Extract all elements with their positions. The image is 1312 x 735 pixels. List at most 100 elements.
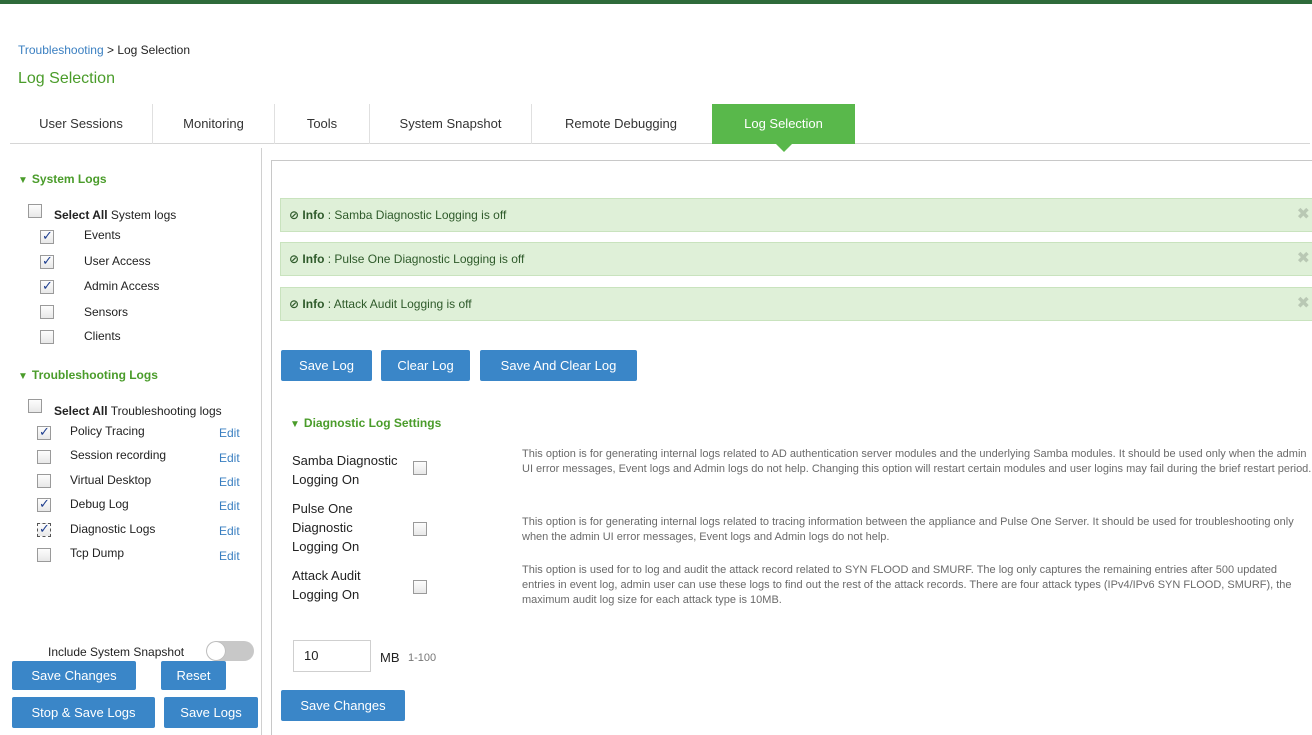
tab-monitoring[interactable]: Monitoring bbox=[153, 104, 275, 144]
info-pulse-one-off: ⊘ Info : Pulse One Diagnostic Logging is… bbox=[280, 242, 1312, 276]
audit-log-size-input[interactable]: 10 bbox=[293, 640, 371, 672]
user-access-label: User Access bbox=[84, 254, 151, 268]
policy-tracing-label: Policy Tracing bbox=[70, 424, 145, 438]
pulse-label-line-3: Logging On bbox=[292, 539, 360, 554]
policy-tracing-edit-link[interactable]: Edit bbox=[219, 426, 240, 440]
sensors-checkbox[interactable] bbox=[40, 305, 54, 319]
chevron-down-icon: ▼ bbox=[290, 419, 300, 430]
tab-bar: User Sessions Monitoring Tools System Sn… bbox=[10, 104, 1310, 152]
save-logs-button[interactable]: Save Logs bbox=[164, 697, 258, 728]
attack-label-line-2: Logging On bbox=[292, 587, 360, 602]
select-all-troubleshooting-label: Select All Troubleshooting logs bbox=[54, 404, 222, 418]
virtual-desktop-edit-link[interactable]: Edit bbox=[219, 475, 240, 489]
tcp-dump-label: Tcp Dump bbox=[70, 546, 125, 560]
info-prefix: Info bbox=[302, 208, 325, 222]
samba-label-line-2: Logging On bbox=[292, 472, 360, 487]
troubleshooting-logs-title: Troubleshooting Logs bbox=[31, 368, 158, 382]
pulse-label-line-2: Diagnostic bbox=[292, 520, 353, 535]
info-prefix: Info bbox=[302, 297, 325, 311]
size-unit-label: MB bbox=[380, 650, 400, 665]
pulse-one-description: This option is for generating internal l… bbox=[522, 516, 1294, 543]
clear-log-button[interactable]: Clear Log bbox=[381, 350, 470, 381]
info-samba-off: ⊘ Info : Samba Diagnostic Logging is off… bbox=[280, 198, 1312, 232]
user-access-checkbox[interactable] bbox=[40, 253, 54, 269]
info-check-icon: ⊘ bbox=[289, 252, 300, 266]
tab-tools[interactable]: Tools bbox=[275, 104, 369, 144]
pulse-one-logging-label: Pulse One Diagnostic Logging On bbox=[292, 499, 359, 556]
info-text: Samba Diagnostic Logging is off bbox=[334, 208, 507, 222]
diagnostic-logs-edit-link[interactable]: Edit bbox=[219, 524, 240, 538]
troubleshooting-logs-header[interactable]: ▼ Troubleshooting Logs bbox=[18, 368, 158, 382]
reset-button[interactable]: Reset bbox=[161, 661, 226, 690]
attack-audit-logging-label: Attack Audit Logging On bbox=[292, 566, 361, 604]
select-all-rest: System logs bbox=[107, 208, 177, 222]
select-all-system-logs-checkbox[interactable] bbox=[28, 204, 42, 218]
samba-description: This option is for generating internal l… bbox=[522, 448, 1312, 475]
info-attack-audit-off: ⊘ Info : Attack Audit Logging is off ✖ bbox=[280, 287, 1312, 321]
select-all-rest: Troubleshooting logs bbox=[107, 404, 222, 418]
events-label: Events bbox=[84, 228, 121, 242]
debug-log-label: Debug Log bbox=[70, 497, 129, 511]
close-icon[interactable]: ✖ bbox=[1297, 243, 1310, 275]
save-changes-button[interactable]: Save Changes bbox=[281, 690, 405, 721]
session-recording-label: Session recording bbox=[70, 448, 167, 462]
breadcrumb-current: Log Selection bbox=[117, 43, 191, 57]
attack-label-line-1: Attack Audit bbox=[292, 568, 361, 583]
close-icon[interactable]: ✖ bbox=[1297, 288, 1310, 320]
select-all-bold: Select All bbox=[54, 208, 108, 222]
system-logs-title: System Logs bbox=[31, 172, 107, 186]
select-all-system-logs-label: Select All System logs bbox=[54, 208, 176, 222]
debug-log-edit-link[interactable]: Edit bbox=[219, 499, 240, 513]
close-icon[interactable]: ✖ bbox=[1297, 199, 1310, 231]
system-logs-header[interactable]: ▼ System Logs bbox=[18, 172, 107, 186]
attack-audit-logging-checkbox[interactable] bbox=[413, 580, 427, 594]
info-check-icon: ⊘ bbox=[289, 208, 300, 222]
pulse-one-logging-checkbox[interactable] bbox=[413, 522, 427, 536]
samba-logging-label: Samba Diagnostic Logging On bbox=[292, 451, 398, 489]
admin-access-checkbox[interactable] bbox=[40, 278, 54, 294]
tcp-dump-edit-link[interactable]: Edit bbox=[219, 549, 240, 563]
include-snapshot-toggle[interactable] bbox=[206, 641, 254, 661]
virtual-desktop-checkbox[interactable] bbox=[37, 474, 51, 488]
tab-log-selection[interactable]: Log Selection bbox=[712, 104, 855, 152]
chevron-down-icon: ▼ bbox=[18, 371, 28, 382]
size-range-hint: 1-100 bbox=[408, 652, 437, 664]
diagnostic-settings-header[interactable]: ▼ Diagnostic Log Settings bbox=[290, 416, 441, 430]
breadcrumb-link-troubleshooting[interactable]: Troubleshooting bbox=[18, 43, 104, 57]
select-all-troubleshooting-checkbox[interactable] bbox=[28, 399, 42, 413]
diagnostic-logs-checkbox[interactable] bbox=[37, 521, 51, 537]
info-prefix: Info bbox=[302, 252, 325, 266]
info-separator: : bbox=[324, 208, 335, 222]
clients-checkbox[interactable] bbox=[40, 330, 54, 344]
info-separator: : bbox=[324, 297, 334, 311]
save-and-clear-log-button[interactable]: Save And Clear Log bbox=[480, 350, 637, 381]
policy-tracing-checkbox[interactable] bbox=[37, 424, 51, 440]
save-changes-left-button[interactable]: Save Changes bbox=[12, 661, 136, 690]
info-text: Pulse One Diagnostic Logging is off bbox=[334, 252, 525, 266]
events-checkbox[interactable] bbox=[40, 228, 54, 244]
tcp-dump-checkbox[interactable] bbox=[37, 548, 51, 562]
breadcrumb: Troubleshooting > Log Selection bbox=[18, 43, 190, 57]
tab-user-sessions[interactable]: User Sessions bbox=[10, 104, 153, 144]
page-title: Log Selection bbox=[18, 70, 115, 87]
tab-system-snapshot[interactable]: System Snapshot bbox=[369, 104, 532, 144]
diagnostic-settings-title: Diagnostic Log Settings bbox=[303, 416, 442, 430]
samba-label-line-1: Samba Diagnostic bbox=[292, 453, 398, 468]
stop-save-logs-button[interactable]: Stop & Save Logs bbox=[12, 697, 155, 728]
include-snapshot-label: Include System Snapshot bbox=[48, 645, 185, 659]
pulse-label-line-1: Pulse One bbox=[292, 501, 353, 516]
session-recording-edit-link[interactable]: Edit bbox=[219, 451, 240, 465]
chevron-down-icon: ▼ bbox=[18, 175, 28, 186]
save-log-button[interactable]: Save Log bbox=[281, 350, 372, 381]
session-recording-checkbox[interactable] bbox=[37, 450, 51, 464]
toggle-knob bbox=[207, 642, 225, 660]
sensors-label: Sensors bbox=[84, 305, 129, 319]
debug-log-checkbox[interactable] bbox=[37, 496, 51, 512]
attack-audit-description: This option is used for to log and audit… bbox=[522, 564, 1292, 606]
info-check-icon: ⊘ bbox=[289, 297, 300, 311]
breadcrumb-separator: > bbox=[103, 43, 118, 57]
info-text: Attack Audit Logging is off bbox=[333, 297, 472, 311]
tab-remote-debugging[interactable]: Remote Debugging bbox=[532, 104, 710, 144]
samba-logging-checkbox[interactable] bbox=[413, 461, 427, 475]
info-separator: : bbox=[324, 252, 335, 266]
